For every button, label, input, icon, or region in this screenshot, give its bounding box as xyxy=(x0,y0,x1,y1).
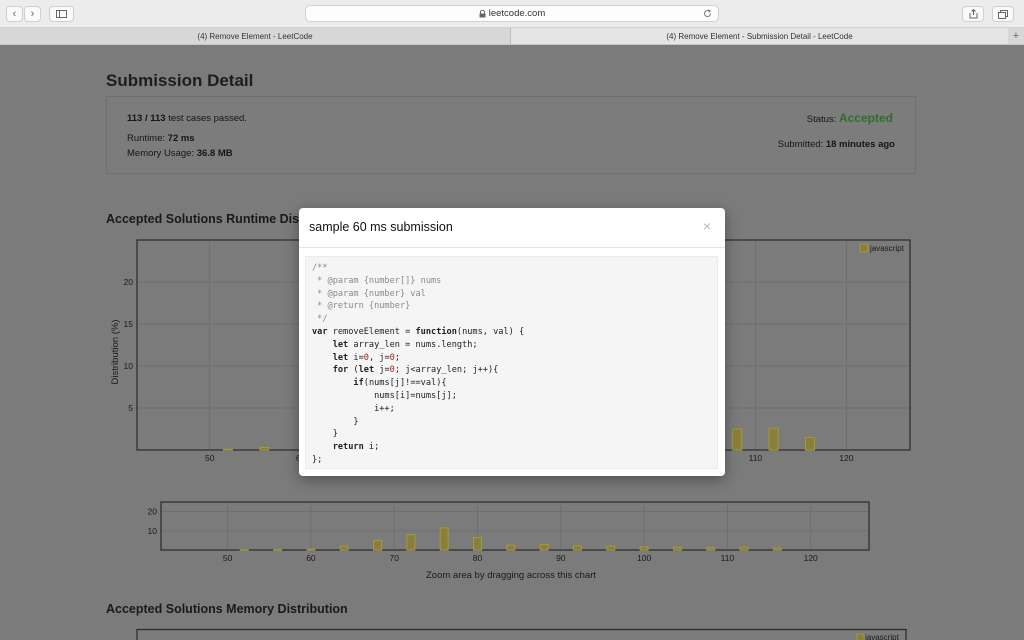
status-label: Status: xyxy=(806,114,837,125)
y-tick-label: 20 xyxy=(124,277,134,287)
x-ticks: 50 60 70 80 90 100 110 120 xyxy=(223,553,818,563)
y-axis-label: Distribution (%) xyxy=(110,320,121,385)
forward-button[interactable]: › xyxy=(24,6,41,22)
y-tick-label: 5 xyxy=(128,403,133,413)
x-tick-label: 50 xyxy=(223,553,233,563)
runtime-label: Runtime: xyxy=(127,133,166,144)
runtime-overview-chart[interactable]: 50 60 70 80 90 100 110 120 10 20 Zoom area by dr… xyxy=(106,500,916,582)
bar xyxy=(222,448,233,451)
tab-remove-element[interactable]: (4) Remove Element - LeetCode xyxy=(0,28,511,44)
memory-label: Memory Usage: xyxy=(127,148,195,159)
x-tick-label: 100 xyxy=(637,553,651,563)
bar xyxy=(572,545,582,551)
submitted-line: Submitted: 18 minutes ago xyxy=(778,139,895,150)
bar xyxy=(739,546,749,551)
bar xyxy=(639,546,649,551)
y-tick-label: 15 xyxy=(124,319,134,329)
reload-icon[interactable] xyxy=(703,9,712,18)
bar xyxy=(772,547,782,551)
status-value[interactable]: Accepted xyxy=(839,111,893,125)
y-tick-label: 10 xyxy=(148,526,158,536)
plus-icon: + xyxy=(1012,30,1020,42)
y-ticks: 10 20 xyxy=(148,507,158,536)
y-tick-label: 10 xyxy=(124,361,134,371)
new-tab-button[interactable]: + xyxy=(1008,28,1024,44)
legend-swatch xyxy=(859,243,869,253)
bar xyxy=(672,546,682,551)
x-tick-label: 50 xyxy=(205,453,215,463)
address-bar[interactable]: leetcode.com xyxy=(305,5,719,22)
runtime-line: Runtime: 72 ms xyxy=(127,133,195,144)
x-tick-label: 110 xyxy=(749,453,763,463)
memory-line: Memory Usage: 36.8 MB xyxy=(127,148,233,159)
bar xyxy=(706,547,716,551)
x-tick-label: 90 xyxy=(556,553,566,563)
back-button[interactable]: ‹ xyxy=(6,6,23,22)
runtime-value: 72 ms xyxy=(167,133,195,144)
zoom-hint: Zoom area by dragging across this chart xyxy=(426,570,596,581)
bar xyxy=(606,545,616,551)
bar xyxy=(768,427,779,451)
chevron-left-icon: ‹ xyxy=(12,8,17,20)
sidebar-button[interactable] xyxy=(49,6,74,22)
legend-swatch xyxy=(856,633,865,640)
plot-frame xyxy=(160,501,870,551)
x-tick-label: 120 xyxy=(839,453,853,463)
tabs-overview-button[interactable] xyxy=(992,6,1014,22)
sample-submission-modal: sample 60 ms submission × /** * @param {… xyxy=(299,208,725,476)
page-title: Submission Detail xyxy=(106,71,254,90)
modal-title: sample 60 ms submission xyxy=(309,220,453,234)
memory-distribution-title: Accepted Solutions Memory Distribution xyxy=(106,602,348,616)
memory-value: 36.8 MB xyxy=(196,148,233,159)
submitted-value: 18 minutes ago xyxy=(825,139,895,150)
tab-bar: (4) Remove Element - LeetCode (4) Remove… xyxy=(0,28,1024,45)
url-text: leetcode.com xyxy=(488,8,546,19)
bar xyxy=(539,544,549,551)
share-button[interactable] xyxy=(962,6,984,22)
lock-icon xyxy=(479,9,486,17)
status-line: Status: Accepted xyxy=(807,111,893,125)
bar xyxy=(239,549,249,551)
x-tick-label: 110 xyxy=(721,553,735,563)
submission-summary: 113 / 113 test cases passed. Runtime: 72… xyxy=(106,96,916,174)
browser-toolbar: ‹ › leetcode.com xyxy=(0,0,1024,28)
y-ticks: 5 10 15 20 xyxy=(124,277,134,413)
y-tick-label: 20 xyxy=(148,507,158,517)
bar xyxy=(506,544,516,551)
tests-passed-text: test cases passed. xyxy=(168,113,247,124)
bar xyxy=(273,549,283,551)
tests-passed-count: 113 / 113 xyxy=(127,113,166,124)
tests-passed-line: 113 / 113 test cases passed. xyxy=(127,113,247,124)
bar xyxy=(732,428,743,451)
chevron-right-icon: › xyxy=(30,8,35,20)
modal-divider xyxy=(299,247,725,248)
share-icon xyxy=(969,9,977,19)
bar xyxy=(439,527,449,551)
tabs-icon xyxy=(998,9,1008,19)
tab-title: (4) Remove Element - LeetCode xyxy=(197,31,313,41)
code-block: /** * @param {number[]} nums * @param {n… xyxy=(305,256,718,469)
tab-title: (4) Remove Element - Submission Detail -… xyxy=(666,31,853,41)
bar xyxy=(804,436,815,451)
bar xyxy=(473,537,483,551)
x-tick-label: 60 xyxy=(306,553,316,563)
legend-label: javascript xyxy=(864,633,900,640)
bar xyxy=(373,539,383,551)
x-tick-label: 80 xyxy=(473,553,483,563)
chart-grid xyxy=(161,502,869,550)
x-tick-label: 120 xyxy=(804,553,818,563)
x-tick-label: 70 xyxy=(389,553,399,563)
bar xyxy=(339,545,349,551)
bars xyxy=(239,527,782,551)
bar xyxy=(259,446,270,451)
tab-submission-detail[interactable]: (4) Remove Element - Submission Detail -… xyxy=(511,28,1008,44)
sidebar-icon xyxy=(56,10,67,18)
bar xyxy=(306,548,316,551)
memory-distribution-chart[interactable]: javascript xyxy=(136,628,910,640)
bar xyxy=(406,534,416,551)
submitted-label: Submitted: xyxy=(777,139,824,150)
close-icon[interactable]: × xyxy=(703,218,711,234)
legend-label: javascript xyxy=(869,244,905,253)
